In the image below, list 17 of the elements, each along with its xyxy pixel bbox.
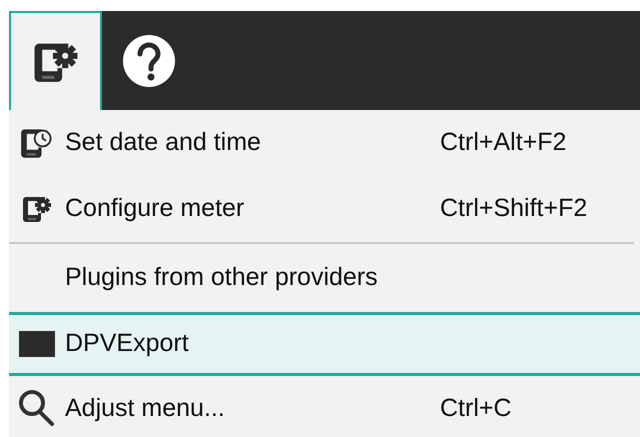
shortcut-text: Ctrl+Shift+F2 (440, 194, 588, 222)
help-icon (122, 34, 176, 88)
menu-item-label: DPVExport (65, 329, 189, 358)
menu-section-header: Plugins from other providers (65, 262, 378, 294)
menu-item[interactable]: DPVExport (9, 312, 640, 376)
square-icon (19, 331, 55, 357)
menu-item-label: Set date and time (65, 128, 261, 156)
menu-item-label: Adjust menu... (65, 394, 225, 422)
menu-item-label: Configure meter (65, 194, 244, 222)
phone-gear-icon (22, 194, 52, 224)
shortcut-text: Ctrl+Alt+F2 (440, 128, 566, 156)
toolbar-tab[interactable] (9, 11, 102, 110)
menu-item[interactable]: Set date and time Ctrl+Alt+F2 (9, 110, 640, 176)
menu-item[interactable]: Adjust menu... Ctrl+C (9, 376, 640, 437)
search-icon (18, 389, 56, 429)
shortcut-text: Ctrl+C (440, 394, 512, 422)
menu-item[interactable]: Configure meter Ctrl+Shift+F2 (9, 176, 640, 242)
